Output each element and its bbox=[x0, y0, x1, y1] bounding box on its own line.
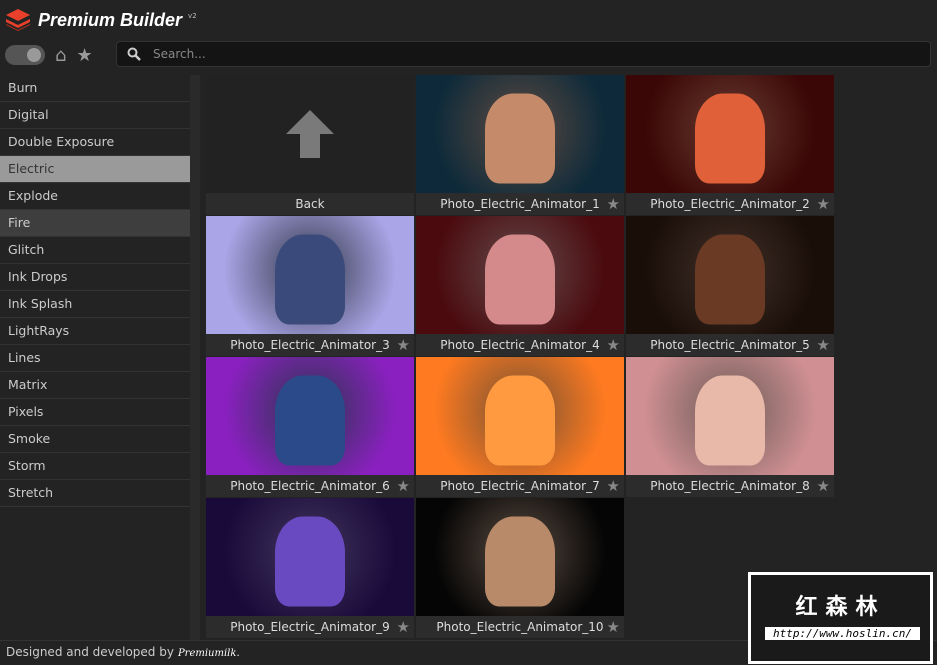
brand-logo[interactable]: Premiumilk. bbox=[178, 648, 240, 659]
effect-label: Photo_Electric_Animator_6 bbox=[230, 479, 390, 493]
search-bar bbox=[116, 41, 931, 67]
sidebar-item-glitch[interactable]: Glitch bbox=[0, 237, 190, 264]
effect-thumbnail bbox=[416, 357, 624, 475]
category-sidebar: Burn Digital Double Exposure Electric Explod… bbox=[0, 75, 190, 640]
sidebar-item-storm[interactable]: Storm bbox=[0, 453, 190, 480]
sidebar-item-lines[interactable]: Lines bbox=[0, 345, 190, 372]
app-version: v2 bbox=[188, 12, 197, 20]
effect-label: Photo_Electric_Animator_7 bbox=[440, 479, 600, 493]
back-label: Back bbox=[295, 197, 325, 211]
favorite-star-icon[interactable]: ★ bbox=[817, 193, 830, 215]
home-icon[interactable]: ⌂ bbox=[55, 45, 66, 66]
effect-label: Photo_Electric_Animator_3 bbox=[230, 338, 390, 352]
effect-thumbnail bbox=[416, 216, 624, 334]
effect-thumbnail bbox=[206, 357, 414, 475]
sidebar-item-fire[interactable]: Fire bbox=[0, 210, 190, 237]
favorite-star-icon[interactable]: ★ bbox=[397, 616, 410, 638]
back-tile[interactable]: Back bbox=[206, 75, 414, 215]
watermark-url: http://www.hoslin.cn/ bbox=[765, 627, 920, 640]
favorite-star-icon[interactable]: ★ bbox=[607, 475, 620, 497]
subject-figure bbox=[695, 375, 765, 466]
sidebar-item-smoke[interactable]: Smoke bbox=[0, 426, 190, 453]
watermark: 红森林 http://www.hoslin.cn/ bbox=[748, 572, 933, 664]
subject-figure bbox=[485, 234, 555, 325]
effect-tile[interactable]: Photo_Electric_Animator_10 ★ bbox=[416, 498, 624, 638]
effect-label: Photo_Electric_Animator_2 bbox=[650, 197, 810, 211]
favorite-star-icon[interactable]: ★ bbox=[607, 193, 620, 215]
effect-thumbnail bbox=[416, 498, 624, 616]
effect-label: Photo_Electric_Animator_5 bbox=[650, 338, 810, 352]
effect-label: Photo_Electric_Animator_4 bbox=[440, 338, 600, 352]
arrow-up-icon bbox=[286, 110, 334, 158]
effect-thumbnail bbox=[626, 216, 834, 334]
search-icon bbox=[127, 47, 141, 61]
sidebar-item-lightrays[interactable]: LightRays bbox=[0, 318, 190, 345]
mode-toggle[interactable] bbox=[5, 45, 45, 65]
sidebar-item-ink-drops[interactable]: Ink Drops bbox=[0, 264, 190, 291]
effect-thumbnail bbox=[416, 75, 624, 193]
sidebar-item-burn[interactable]: Burn bbox=[0, 75, 190, 102]
sidebar-scrollbar[interactable] bbox=[190, 75, 200, 640]
footer-text: Designed and developed by bbox=[6, 645, 174, 659]
favorite-star-icon[interactable]: ★ bbox=[397, 334, 410, 356]
subject-figure bbox=[275, 234, 345, 325]
effects-grid: Back Photo_Electric_Animator_1 ★ Photo_Ele… bbox=[206, 75, 836, 638]
sidebar-item-electric[interactable]: Electric bbox=[0, 156, 190, 183]
sidebar-item-double-exposure[interactable]: Double Exposure bbox=[0, 129, 190, 156]
effect-thumbnail bbox=[626, 357, 834, 475]
subject-figure bbox=[275, 516, 345, 607]
effect-tile[interactable]: Photo_Electric_Animator_9 ★ bbox=[206, 498, 414, 638]
effect-tile[interactable]: Photo_Electric_Animator_8 ★ bbox=[626, 357, 834, 497]
sidebar-item-matrix[interactable]: Matrix bbox=[0, 372, 190, 399]
subject-figure bbox=[695, 234, 765, 325]
effect-label: Photo_Electric_Animator_9 bbox=[230, 620, 390, 634]
search-input[interactable] bbox=[153, 47, 853, 61]
effect-tile[interactable]: Photo_Electric_Animator_6 ★ bbox=[206, 357, 414, 497]
effect-tile[interactable]: Photo_Electric_Animator_5 ★ bbox=[626, 216, 834, 356]
sidebar-item-ink-splash[interactable]: Ink Splash bbox=[0, 291, 190, 318]
favorite-star-icon[interactable]: ★ bbox=[397, 475, 410, 497]
subject-figure bbox=[485, 375, 555, 466]
subject-figure bbox=[485, 516, 555, 607]
effect-tile[interactable]: Photo_Electric_Animator_4 ★ bbox=[416, 216, 624, 356]
sidebar-item-explode[interactable]: Explode bbox=[0, 183, 190, 210]
effect-label: Photo_Electric_Animator_1 bbox=[440, 197, 600, 211]
favorite-star-icon[interactable]: ★ bbox=[817, 475, 830, 497]
favorites-star-icon[interactable]: ★ bbox=[76, 45, 92, 66]
effect-label: Photo_Electric_Animator_8 bbox=[650, 479, 810, 493]
favorite-star-icon[interactable]: ★ bbox=[607, 616, 620, 638]
watermark-chars: 红森林 bbox=[795, 595, 886, 620]
subject-figure bbox=[485, 93, 555, 184]
effect-tile[interactable]: Photo_Electric_Animator_1 ★ bbox=[416, 75, 624, 215]
app-header: Premium Builder v2 bbox=[0, 0, 937, 40]
sidebar-item-stretch[interactable]: Stretch bbox=[0, 480, 190, 507]
effect-thumbnail bbox=[206, 498, 414, 616]
effect-thumbnail bbox=[626, 75, 834, 193]
subject-figure bbox=[695, 93, 765, 184]
back-thumb bbox=[206, 75, 414, 193]
sidebar-item-pixels[interactable]: Pixels bbox=[0, 399, 190, 426]
layers-logo-icon bbox=[6, 9, 30, 31]
effect-tile[interactable]: Photo_Electric_Animator_7 ★ bbox=[416, 357, 624, 497]
toolbar: ⌂ ★ bbox=[0, 40, 937, 70]
sidebar-item-digital[interactable]: Digital bbox=[0, 102, 190, 129]
effect-tile[interactable]: Photo_Electric_Animator_2 ★ bbox=[626, 75, 834, 215]
favorite-star-icon[interactable]: ★ bbox=[607, 334, 620, 356]
favorite-star-icon[interactable]: ★ bbox=[817, 334, 830, 356]
effect-label: Photo_Electric_Animator_10 bbox=[436, 620, 604, 634]
app-title: Premium Builder bbox=[38, 9, 183, 30]
effect-thumbnail bbox=[206, 216, 414, 334]
subject-figure bbox=[275, 375, 345, 466]
effect-tile[interactable]: Photo_Electric_Animator_3 ★ bbox=[206, 216, 414, 356]
